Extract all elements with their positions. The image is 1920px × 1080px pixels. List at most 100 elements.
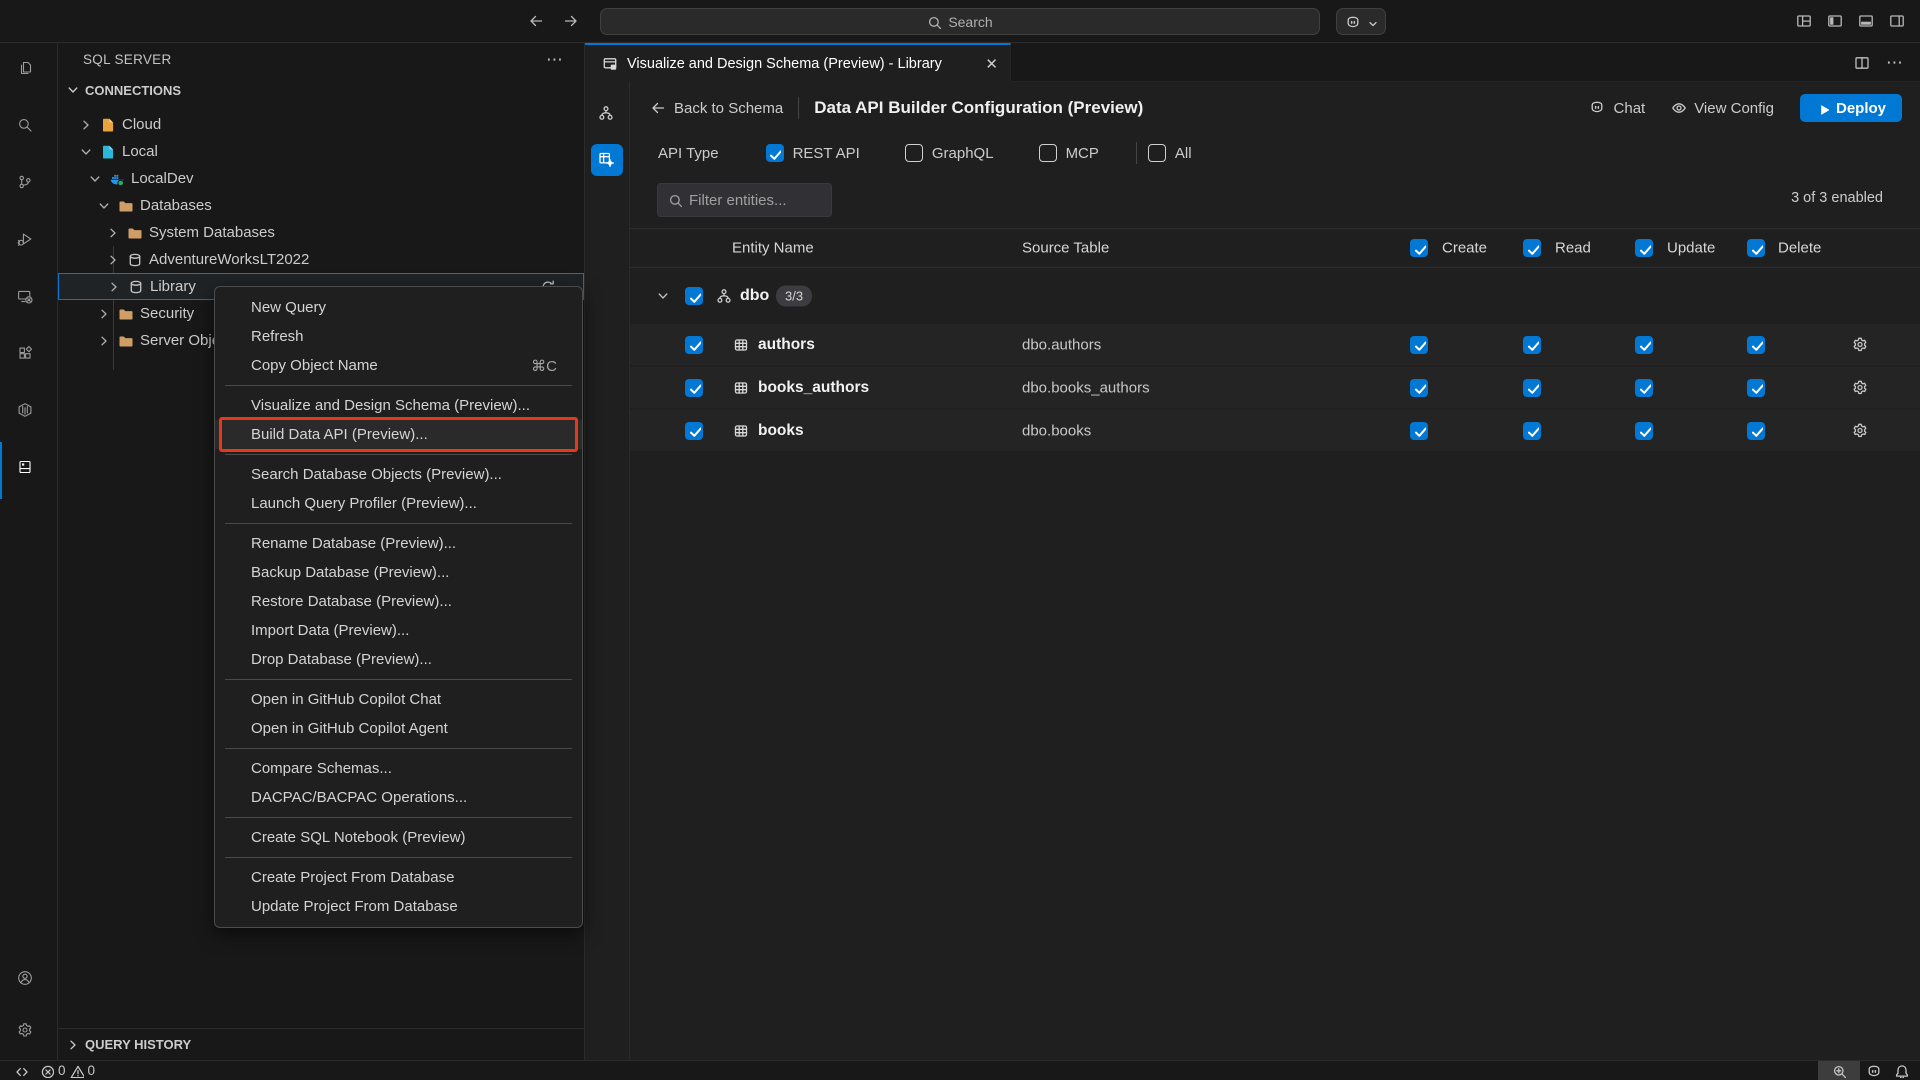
schema-group-row-dbo[interactable]: dbo 3/3 [630,268,1920,324]
copilot-status-icon[interactable] [1860,1061,1888,1080]
read-checkbox[interactable] [1523,422,1541,440]
run-debug-icon[interactable] [0,214,57,271]
menu-item-new-query[interactable]: New Query [215,293,582,322]
menu-item-rename-database[interactable]: Rename Database (Preview)... [215,529,582,558]
rest-api-option[interactable]: REST API [766,144,860,162]
entity-settings-gear-icon[interactable] [1852,336,1869,353]
sql-server-extension-icon[interactable] [0,442,57,499]
delete-checkbox[interactable] [1747,422,1765,440]
create-checkbox[interactable] [1410,379,1428,397]
menu-item-drop-database[interactable]: Drop Database (Preview)... [215,645,582,674]
all-option[interactable]: All [1148,144,1192,162]
update-checkbox[interactable] [1635,422,1653,440]
delete-checkbox[interactable] [1747,379,1765,397]
sidebar-more-actions-button[interactable]: ⋯ [546,50,564,70]
notifications-bell-icon[interactable] [1888,1061,1914,1080]
toggle-secondary-sidebar-button[interactable] [1889,13,1906,30]
menu-item-build-data-api[interactable]: Build Data API (Preview)... [215,420,582,449]
update-all-checkbox[interactable] [1635,239,1653,257]
delete-checkbox[interactable] [1747,336,1765,354]
remote-explorer-icon[interactable] [0,271,57,328]
toggle-panel-button[interactable] [1858,13,1875,30]
menu-item-copy-object-name[interactable]: Copy Object Name ⌘C [215,351,582,380]
extensions-icon[interactable] [0,328,57,385]
menu-item-import-data[interactable]: Import Data (Preview)... [215,616,582,645]
title-bar: Search [0,0,1920,43]
connections-section-header[interactable]: CONNECTIONS [58,76,584,104]
create-checkbox[interactable] [1410,422,1428,440]
toggle-primary-sidebar-button[interactable] [1827,13,1844,30]
search-placeholder: Search [948,14,992,30]
history-back-button[interactable] [528,13,545,30]
menu-item-search-database-objects[interactable]: Search Database Objects (Preview)... [215,460,582,489]
entity-settings-gear-icon[interactable] [1852,379,1869,396]
tree-item-databases[interactable]: Databases [58,192,584,219]
history-forward-button[interactable] [563,13,580,30]
search-view-icon[interactable] [0,100,57,157]
customize-layout-button[interactable] [1796,13,1813,30]
menu-item-visualize-design-schema[interactable]: Visualize and Design Schema (Preview)... [215,391,582,420]
remote-indicator[interactable] [8,1061,34,1080]
read-checkbox[interactable] [1523,336,1541,354]
group-checkbox[interactable] [685,287,703,305]
all-checkbox[interactable] [1148,144,1166,162]
search-input[interactable]: Search [600,8,1320,35]
deploy-button[interactable]: Deploy [1800,94,1902,122]
chat-button[interactable]: Chat [1589,99,1646,117]
menu-item-refresh[interactable]: Refresh [215,322,582,351]
settings-gear-icon[interactable] [0,1008,57,1060]
source-control-icon[interactable] [0,157,57,214]
entity-row-authors[interactable]: authors dbo.authors [630,324,1920,365]
copilot-menu-button[interactable] [1336,8,1386,35]
data-api-config-view-button[interactable] [591,144,623,176]
containers-icon[interactable] [0,385,57,442]
tab-close-icon[interactable]: ✕ [985,55,998,73]
menu-item-compare-schemas[interactable]: Compare Schemas... [215,754,582,783]
mcp-checkbox[interactable] [1039,144,1057,162]
menu-item-launch-query-profiler[interactable]: Launch Query Profiler (Preview)... [215,489,582,518]
mcp-option[interactable]: MCP [1039,144,1099,162]
entity-enabled-checkbox[interactable] [685,422,703,440]
delete-all-checkbox[interactable] [1747,239,1765,257]
view-config-button[interactable]: View Config [1671,100,1774,117]
entity-row-books-authors[interactable]: books_authors dbo.books_authors [630,367,1920,408]
problems-indicator[interactable]: 0 0 [34,1061,101,1080]
read-all-checkbox[interactable] [1523,239,1541,257]
menu-item-backup-database[interactable]: Backup Database (Preview)... [215,558,582,587]
graphql-option[interactable]: GraphQL [905,144,994,162]
menu-item-update-project-from-database[interactable]: Update Project From Database [215,892,582,921]
tree-item-adventureworks[interactable]: AdventureWorksLT2022 [58,246,584,273]
menu-item-open-copilot-chat[interactable]: Open in GitHub Copilot Chat [215,685,582,714]
graphql-checkbox[interactable] [905,144,923,162]
menu-item-dacpac-bacpac[interactable]: DACPAC/BACPAC Operations... [215,783,582,812]
back-to-schema-link[interactable]: Back to Schema [650,100,783,117]
menu-item-create-project-from-database[interactable]: Create Project From Database [215,863,582,892]
entity-enabled-checkbox[interactable] [685,379,703,397]
filter-entities-input[interactable]: Filter entities... [657,183,832,217]
explorer-icon[interactable] [0,43,57,100]
entity-settings-gear-icon[interactable] [1852,422,1869,439]
menu-item-open-copilot-agent[interactable]: Open in GitHub Copilot Agent [215,714,582,743]
tree-item-localdev[interactable]: LocalDev [58,165,584,192]
entity-row-books[interactable]: books dbo.books [630,410,1920,451]
create-all-checkbox[interactable] [1410,239,1428,257]
zoom-indicator[interactable] [1818,1061,1860,1080]
tree-item-system-databases[interactable]: System Databases [58,219,584,246]
menu-item-create-sql-notebook[interactable]: Create SQL Notebook (Preview) [215,823,582,852]
account-icon[interactable] [0,956,57,1008]
tab-visualize-design-schema[interactable]: Visualize and Design Schema (Preview) - … [585,43,1011,82]
update-checkbox[interactable] [1635,379,1653,397]
query-history-section-header[interactable]: QUERY HISTORY [58,1028,584,1060]
create-checkbox[interactable] [1410,336,1428,354]
rest-api-checkbox[interactable] [766,144,784,162]
tree-item-local[interactable]: Local [58,138,584,165]
update-checkbox[interactable] [1635,336,1653,354]
split-editor-icon[interactable] [1854,55,1870,71]
menu-item-restore-database[interactable]: Restore Database (Preview)... [215,587,582,616]
collapse-group-icon[interactable] [655,288,671,304]
entity-enabled-checkbox[interactable] [685,336,703,354]
read-checkbox[interactable] [1523,379,1541,397]
tree-item-cloud[interactable]: Cloud [58,111,584,138]
schema-diagram-view-button[interactable] [591,98,623,130]
editor-more-actions-button[interactable]: ⋯ [1886,53,1904,73]
